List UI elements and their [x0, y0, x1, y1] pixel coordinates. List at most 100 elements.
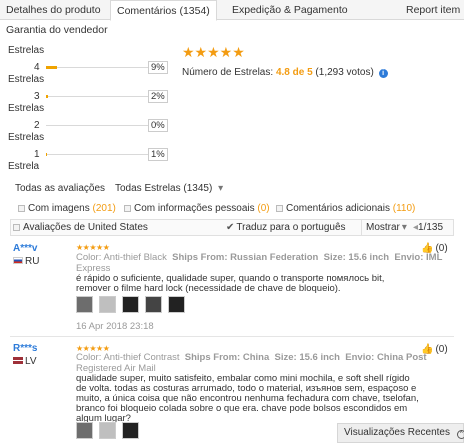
us-reviews-checkbox[interactable]: Avaliações de United States — [13, 222, 148, 233]
tab-product-details[interactable]: Detalhes do produto — [0, 0, 107, 20]
flag-ru-icon — [13, 257, 23, 264]
us-reviews-label: Avaliações de United States — [23, 222, 148, 233]
review-photo-thumbnail[interactable] — [122, 422, 139, 439]
tab-comments[interactable]: Comentários (1354) — [110, 0, 217, 21]
rating-summary-label: Número de Estrelas: — [182, 67, 274, 78]
reviewer-country: RU — [13, 256, 39, 267]
reviewer-country: LV — [13, 356, 37, 367]
rating-percent: 1% — [148, 148, 168, 161]
rating-percent: 2% — [148, 90, 168, 103]
star-filter-value: Todas Estrelas (1345) — [115, 183, 213, 194]
rating-label: Estrelas — [8, 74, 45, 85]
review-meta: Color: Anti-thief Contrast Ships From: C… — [76, 352, 452, 374]
review-shipping-cont: Express — [76, 262, 111, 274]
tab-seller-warranty[interactable]: Garantia do vendedor — [6, 24, 108, 36]
reviewer-name[interactable]: R***s — [13, 343, 37, 354]
rating-bar-fill — [46, 153, 48, 156]
chevron-up-icon: ^ — [456, 430, 464, 439]
review-photo-thumbnail[interactable] — [76, 422, 93, 439]
vote-count: (1,293 votos) — [315, 67, 374, 78]
review-photo-thumbnail[interactable] — [122, 296, 139, 313]
with-images-count: (201) — [92, 203, 116, 214]
tab-shipping-payment[interactable]: Expedição & Pagamento — [226, 0, 354, 20]
country-code: LV — [25, 356, 37, 367]
page-indicator: 1/135 — [418, 222, 444, 233]
review-text: qualidade super, muito satisfeito, embal… — [76, 374, 452, 424]
helpful-button[interactable]: 👍 (0) — [421, 344, 448, 355]
with-images-label: Com imagens — [28, 203, 90, 214]
personal-info-checkbox[interactable]: Com informações pessoais (0) — [124, 203, 270, 214]
rating-bar-fill — [46, 95, 49, 98]
tab-bar: Detalhes do produto Comentários (1354) E… — [0, 0, 464, 21]
review-photo-thumbnail[interactable] — [76, 296, 93, 313]
review-color: Color: Anti-thief Contrast — [76, 352, 180, 363]
review-divider — [10, 336, 454, 337]
review-ships-from: Ships From: China — [184, 352, 270, 363]
recent-views-button[interactable]: Visualizações Recentes ^ — [337, 423, 464, 443]
checkbox-icon — [276, 205, 283, 212]
reviewer-name[interactable]: A***v — [13, 243, 37, 254]
show-label: Mostrar — [366, 222, 400, 233]
review-size: Size: 15.6 inch — [274, 352, 340, 363]
review-photo-thumbnail[interactable] — [168, 296, 185, 313]
review-size: Size: 15.6 inch — [323, 252, 390, 263]
rating-header-label: Estrelas — [8, 45, 45, 56]
helpful-count: (0) — [435, 344, 448, 355]
pagination[interactable]: ◂1/135 — [413, 220, 443, 235]
review-shipping: Envio: China Post — [345, 352, 427, 363]
rating-number: 2 — [34, 120, 40, 131]
rating-summary: Número de Estrelas: 4.8 de 5 (1,293 voto… — [182, 67, 388, 78]
flag-lv-icon — [13, 357, 23, 364]
review-photo-thumbnail[interactable] — [99, 422, 116, 439]
chevron-down-icon: ▾ — [401, 222, 407, 233]
info-icon[interactable]: i — [378, 69, 388, 78]
show-select[interactable]: Mostrar ▾ — [361, 220, 411, 235]
translate-checkbox[interactable]: ✔ Traduz para o português — [226, 222, 346, 233]
average-stars: ★★★★★ — [182, 44, 245, 60]
with-images-checkbox[interactable]: Com imagens (201) — [18, 203, 116, 214]
translate-label: Traduz para o português — [236, 222, 346, 233]
rating-percent: 9% — [148, 61, 168, 74]
rating-label: Estrelas — [8, 103, 45, 114]
all-reviews-label: Todas as avaliações — [15, 183, 106, 194]
review-toolbar: Avaliações de United States ✔ Traduz para… — [10, 219, 454, 236]
checkbox-icon — [124, 205, 131, 212]
rating-percent: 0% — [148, 119, 168, 132]
average-score: 4.8 de 5 — [275, 67, 313, 78]
personal-info-label: Com informações pessoais — [134, 203, 255, 214]
rating-label: Estrelas — [8, 132, 45, 143]
review-photo-thumbnail[interactable] — [145, 296, 162, 313]
rating-number: 1 — [34, 149, 40, 160]
helpful-count: (0) — [435, 243, 448, 254]
review-text-line: branco foi bloqueio colada sobre o que e… — [76, 403, 408, 414]
review-shipping-cont: Registered Air Mail — [76, 362, 156, 374]
review-meta: Color: Anti-thief Black Ships From: Russ… — [76, 252, 452, 274]
review-color: Color: Anti-thief Black — [76, 252, 167, 263]
recent-views-label: Visualizações Recentes — [344, 427, 450, 438]
country-code: RU — [25, 256, 40, 267]
helpful-button[interactable]: 👍 (0) — [421, 243, 448, 254]
review-photos — [76, 296, 191, 316]
rating-number: 3 — [34, 91, 40, 102]
check-icon: ✔ — [226, 222, 235, 233]
chevron-down-icon: ▾ — [218, 183, 224, 194]
star-filter-select[interactable]: Todas Estrelas (1345) ▾ — [115, 183, 223, 194]
checkbox-icon — [18, 205, 25, 212]
additional-comments-count: (110) — [392, 203, 416, 214]
filter-row: Todas as avaliações Todas Estrelas (1345… — [15, 183, 223, 194]
additional-comments-label: Comentários adicionais — [286, 203, 390, 214]
checkbox-icon — [13, 224, 20, 231]
review-stars: ★★★★★ — [76, 243, 110, 252]
thumbs-up-icon: 👍 — [421, 243, 434, 254]
review-date: 16 Apr 2018 23:18 — [76, 321, 154, 332]
review-ships-from: Ships From: Russian Federation — [172, 252, 319, 263]
review-text-line: remover o filme hard lock (necessidade d… — [76, 283, 341, 294]
personal-info-count: (0) — [257, 203, 270, 214]
tab-report-item[interactable]: Report item — [400, 0, 464, 20]
review-text: é rápido o suficiente, qualidade super, … — [76, 274, 452, 294]
additional-comments-checkbox[interactable]: Comentários adicionais (110) — [276, 203, 415, 214]
rating-label: Estrela — [8, 161, 40, 172]
rating-bar-fill — [46, 66, 57, 69]
review-photos — [76, 422, 145, 442]
review-photo-thumbnail[interactable] — [99, 296, 116, 313]
